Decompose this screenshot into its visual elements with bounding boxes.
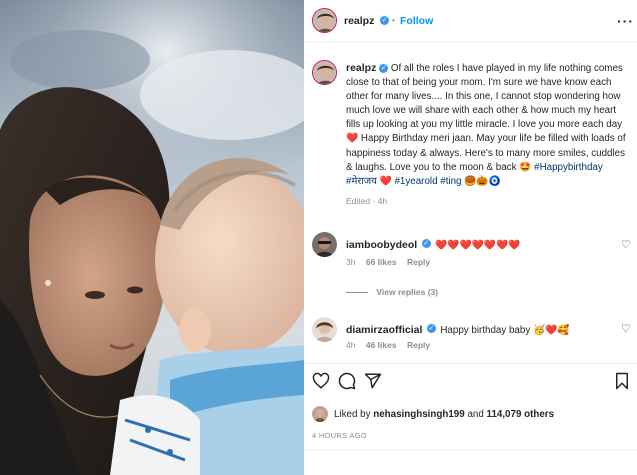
comment-2-time: 4h — [346, 340, 356, 350]
hashtag-happybirthday[interactable]: #Happybirthday — [534, 162, 603, 173]
comment-2-likes[interactable]: 46 likes — [366, 340, 397, 350]
post-timestamp: 4 HOURS AGO — [312, 431, 367, 440]
liked-by-and: and — [467, 409, 484, 420]
caption-verified-badge-icon: ✓ — [379, 63, 389, 73]
comment-1-like-heart-icon[interactable]: ♡ — [621, 238, 631, 251]
photo-image — [0, 0, 304, 475]
post-header: realpz ✓ • Follow ··· — [304, 0, 637, 43]
post-side-panel: realpz ✓ • Follow ··· realpz ✓ Of all th… — [304, 0, 637, 475]
hashtag-ting[interactable]: #ting — [440, 176, 461, 187]
comment-1-meta: 3h 66 likes Reply — [346, 257, 430, 267]
liked-by-user[interactable]: nehasinghsingh199 — [373, 409, 464, 420]
verified-badge-icon: ✓ — [380, 16, 389, 25]
header-separator: • — [392, 15, 395, 25]
comment-box-divider — [304, 450, 637, 451]
author-username[interactable]: realpz — [344, 15, 374, 27]
like-heart-icon[interactable] — [312, 372, 330, 390]
liker-avatar[interactable] — [312, 406, 328, 422]
liked-by-count[interactable]: 114,079 others — [487, 409, 555, 420]
comment-2-like-heart-icon[interactable]: ♡ — [621, 322, 631, 335]
follow-button[interactable]: Follow — [400, 15, 433, 27]
commenter-avatar-bobby[interactable] — [312, 232, 337, 257]
hashtag-1yearold[interactable]: #1yearold — [394, 176, 437, 187]
comment-2-reply-button[interactable]: Reply — [407, 340, 430, 350]
comment-2: diamirzaofficial ✓ Happy birthday baby 🥳… — [346, 320, 570, 338]
caption-author-username[interactable]: realpz — [346, 62, 376, 74]
caption-meta: Edited · 4h — [346, 195, 388, 206]
comment-1-username[interactable]: iamboobydeol — [346, 239, 417, 251]
comment-1-likes[interactable]: 66 likes — [366, 257, 397, 267]
post-photo[interactable] — [0, 0, 304, 475]
comment-1: iamboobydeol ✓ ❤️❤️❤️❤️❤️❤️❤️ — [346, 235, 520, 253]
view-replies-row: View replies (3) — [346, 287, 438, 297]
author-avatar[interactable] — [312, 8, 337, 33]
view-replies-line — [346, 292, 368, 294]
view-replies-button[interactable]: View replies (3) — [376, 287, 438, 297]
actions-divider — [304, 363, 637, 364]
caption-author-avatar[interactable] — [312, 60, 337, 85]
comment-bubble-icon[interactable] — [338, 372, 356, 390]
post-caption: realpz ✓ Of all the roles I have played … — [346, 61, 628, 208]
more-horizontal-icon[interactable]: ··· — [617, 13, 634, 29]
caption-emojis: 🥮🎃🧿 — [464, 175, 501, 187]
share-send-icon[interactable] — [364, 372, 382, 390]
liked-by-line: Liked by nehasinghsingh199 and 114,079 o… — [334, 409, 554, 420]
comment-1-reply-button[interactable]: Reply — [407, 257, 430, 267]
comment-2-text: Happy birthday baby 🥳❤️🥰 — [440, 325, 570, 336]
liked-by-prefix: Liked by — [334, 409, 371, 420]
comment-2-username[interactable]: diamirzaofficial — [346, 324, 422, 336]
commenter-avatar-dia[interactable] — [312, 317, 337, 342]
action-bar — [304, 372, 637, 394]
caption-heart-icon: ❤️ — [379, 175, 392, 187]
comment-1-verified-badge-icon: ✓ — [421, 239, 431, 249]
hashtag-merajay[interactable]: #मेराजय — [346, 176, 377, 187]
comment-1-text: ❤️❤️❤️❤️❤️❤️❤️ — [435, 240, 521, 251]
save-bookmark-icon[interactable] — [614, 372, 630, 390]
caption-text: Of all the roles I have played in my lif… — [346, 63, 626, 173]
comment-1-time: 3h — [346, 257, 356, 267]
comment-2-meta: 4h 46 likes Reply — [346, 340, 430, 350]
comment-2-verified-badge-icon: ✓ — [426, 324, 436, 334]
